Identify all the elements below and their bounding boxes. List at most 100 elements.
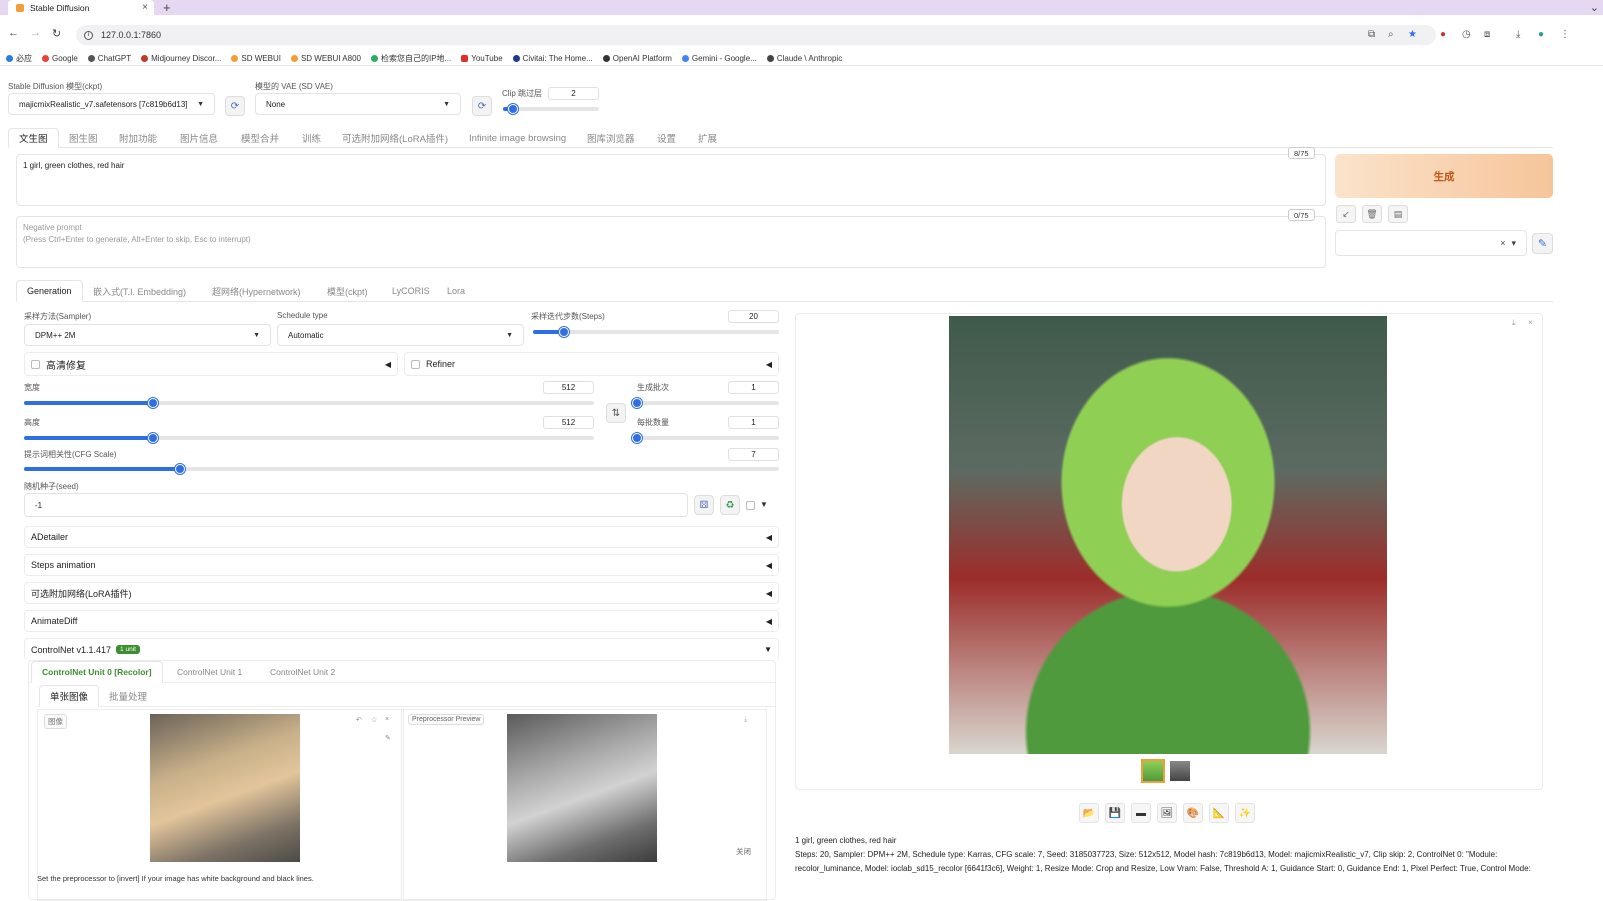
controlnet-accordion[interactable]: ControlNet v1.1.417 1 unit ▼ xyxy=(24,638,779,660)
generated-image[interactable] xyxy=(949,316,1387,754)
tab-train[interactable]: 训练 xyxy=(292,128,331,148)
bookmark-item[interactable]: Google xyxy=(42,54,78,63)
refiner-accordion[interactable]: Refiner ◀ xyxy=(404,352,779,376)
tab-gallery[interactable]: 图库浏览器 xyxy=(577,128,645,148)
tab-png-info[interactable]: 图片信息 xyxy=(170,128,228,148)
batch-count-slider[interactable] xyxy=(632,398,779,408)
history-icon[interactable]: ◷ xyxy=(1462,29,1471,40)
bookmark-item[interactable]: Midjourney Discor... xyxy=(141,54,221,63)
close-tab-icon[interactable]: × xyxy=(142,2,148,13)
height-input[interactable]: 512 xyxy=(543,416,594,429)
download-icon[interactable]: ⤓ xyxy=(1516,29,1520,40)
clipboard-icon[interactable]: ▤ xyxy=(1388,205,1408,223)
profile-avatar-icon[interactable]: ● xyxy=(1538,29,1544,40)
tab-batch[interactable]: 批量处理 xyxy=(99,685,157,707)
refiner-checkbox[interactable] xyxy=(411,359,420,369)
read-params-button[interactable]: ↙ xyxy=(1336,205,1356,223)
tab-generation[interactable]: Generation xyxy=(16,280,83,302)
refresh-ckpt-button[interactable]: ⟳ xyxy=(225,96,245,116)
controlnet-input-image-box[interactable]: 图像 ↶ ☆ × ✎ xyxy=(37,709,402,901)
bookmark-item[interactable]: Gemini - Google... xyxy=(681,54,757,63)
reuse-seed-icon[interactable]: ♻ xyxy=(720,495,740,515)
steps-input[interactable]: 20 xyxy=(728,310,779,323)
send-to-inpaint-icon[interactable]: 🎨 xyxy=(1183,803,1203,823)
thumbnail-generated[interactable] xyxy=(1141,759,1165,783)
additional-networks-accordion[interactable]: 可选附加网络(LoRA插件) ◀ xyxy=(24,582,779,604)
bookmark-item[interactable]: SD WEBUI xyxy=(231,54,281,63)
bookmark-item[interactable]: SD WEBUI A800 xyxy=(290,54,361,63)
tab-extras[interactable]: 附加功能 xyxy=(109,128,167,148)
tab-settings[interactable]: 设置 xyxy=(647,128,686,148)
clip-skip-slider[interactable] xyxy=(503,104,599,114)
tab-txt2img[interactable]: 文生图 xyxy=(8,128,59,148)
extensions-puzzle-icon[interactable]: ⧈ xyxy=(1484,29,1490,40)
thumbnail-control-map[interactable] xyxy=(1170,761,1190,781)
schedule-select[interactable]: Automatic ▼ xyxy=(277,324,524,346)
batch-size-input[interactable]: 1 xyxy=(728,416,779,429)
reload-icon[interactable]: ↻ xyxy=(52,27,61,40)
save-icon[interactable]: 💾 xyxy=(1105,803,1125,823)
vae-select[interactable]: None ▼ xyxy=(255,93,461,115)
tab-hypernetwork[interactable]: 超网络(Hypernetwork) xyxy=(202,280,311,302)
bookmark-item[interactable]: 检索您自己的IP地... xyxy=(370,53,451,64)
chevron-down-icon[interactable]: ⌄ xyxy=(1590,1,1599,14)
browser-tab[interactable]: Stable Diffusion × xyxy=(8,0,154,15)
bookmark-item[interactable]: 必应 xyxy=(6,53,32,64)
tab-lycoris[interactable]: LyCORIS xyxy=(382,280,440,302)
tab-lora-models[interactable]: Lora xyxy=(437,280,475,302)
ckpt-select[interactable]: majicmixRealistic_v7.safetensors [7c819b… xyxy=(8,93,215,115)
translate-icon[interactable]: ⧉ xyxy=(1368,29,1375,40)
height-slider[interactable] xyxy=(24,433,594,443)
zip-icon[interactable]: ▬ xyxy=(1131,803,1151,823)
negative-prompt-input[interactable]: Negative prompt (Press Ctrl+Enter to gen… xyxy=(16,216,1326,268)
hires-fix-accordion[interactable]: 高清修复 ◀ xyxy=(24,352,398,376)
styles-select[interactable]: × ▾ xyxy=(1335,230,1527,256)
zoom-icon[interactable]: ⌕ xyxy=(1388,29,1394,40)
width-slider[interactable] xyxy=(24,398,594,408)
tab-embedding[interactable]: 嵌入式(T.I. Embedding) xyxy=(83,280,196,302)
tab-lora[interactable]: 可选附加网络(LoRA插件) xyxy=(332,128,458,148)
random-seed-dice-icon[interactable]: ⚄ xyxy=(694,495,714,515)
adetailer-accordion[interactable]: ADetailer ◀ xyxy=(24,526,779,548)
menu-dots-icon[interactable]: ⋮ xyxy=(1560,29,1570,40)
extra-seed-checkbox[interactable] xyxy=(746,501,755,510)
tab-iib[interactable]: Infinite image browsing xyxy=(459,128,576,148)
sparkle-icon[interactable]: ✨ xyxy=(1235,803,1255,823)
bookmark-star-icon[interactable]: ★ xyxy=(1408,29,1417,40)
close-icon[interactable]: × xyxy=(1528,318,1533,327)
tab-extensions[interactable]: 扩展 xyxy=(688,128,727,148)
download-icon[interactable]: ⤓ xyxy=(744,716,747,724)
refresh-vae-button[interactable]: ⟳ xyxy=(472,96,492,116)
steps-animation-accordion[interactable]: Steps animation ◀ xyxy=(24,554,779,576)
generate-button[interactable]: 生成 xyxy=(1335,154,1553,198)
tab-checkpoints[interactable]: 模型(ckpt) xyxy=(317,280,378,302)
swap-dimensions-icon[interactable]: ⇅ xyxy=(606,403,626,423)
close-icon[interactable]: × xyxy=(385,716,389,723)
bookmark-item[interactable]: ChatGPT xyxy=(87,54,131,63)
back-icon[interactable]: ← xyxy=(8,27,19,39)
animatediff-accordion[interactable]: AnimateDiff ◀ xyxy=(24,610,779,632)
tab-img2img[interactable]: 图生图 xyxy=(59,128,108,148)
download-icon[interactable]: ⤓ xyxy=(1512,318,1516,328)
width-input[interactable]: 512 xyxy=(543,381,594,394)
bookmark-item[interactable]: Claude \ Anthropic xyxy=(766,54,842,63)
batch-count-input[interactable]: 1 xyxy=(728,381,779,394)
edit-styles-icon[interactable]: ✎ xyxy=(1532,233,1553,254)
clip-skip-input[interactable]: 2 xyxy=(548,87,599,100)
edit-icon[interactable]: ✎ xyxy=(385,734,391,742)
tab-controlnet-unit-1[interactable]: ControlNet Unit 1 xyxy=(167,661,252,683)
bookmark-item[interactable]: OpenAI Platform xyxy=(602,54,672,63)
extra-seed-toggle-icon[interactable]: ▼ xyxy=(760,500,768,509)
tab-controlnet-unit-2[interactable]: ControlNet Unit 2 xyxy=(260,661,345,683)
tab-merge[interactable]: 模型合并 xyxy=(231,128,289,148)
steps-slider[interactable] xyxy=(533,327,779,337)
forward-icon[interactable]: → xyxy=(30,27,41,39)
cfg-slider[interactable] xyxy=(24,464,779,474)
sampler-select[interactable]: DPM++ 2M ▼ xyxy=(24,324,271,346)
folder-icon[interactable]: 📂 xyxy=(1079,803,1099,823)
site-info-icon[interactable]: i xyxy=(84,30,93,40)
tab-controlnet-unit-0[interactable]: ControlNet Unit 0 [Recolor] xyxy=(31,661,163,683)
cfg-input[interactable]: 7 xyxy=(728,448,779,461)
clear-icon[interactable]: × xyxy=(1500,238,1505,248)
bookmark-item[interactable]: YouTube xyxy=(461,54,503,63)
